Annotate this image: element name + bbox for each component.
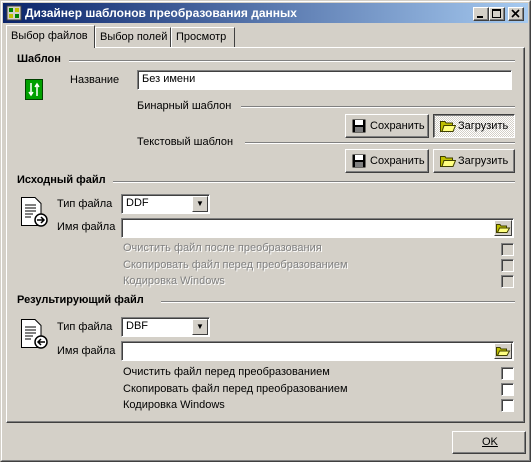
maximize-icon [492, 9, 501, 18]
source-file-type-label: Тип файла [57, 198, 113, 210]
button-label: Сохранить [370, 120, 425, 132]
open-folder-icon [440, 156, 456, 167]
selected-value: DBF [126, 320, 148, 332]
minimize-button[interactable] [473, 7, 489, 21]
tab-field-selection[interactable]: Выбор полей [95, 27, 171, 47]
result-file-type-label: Тип файла [57, 321, 113, 333]
chevron-down-icon[interactable]: ▼ [192, 319, 208, 335]
binary-template-label: Бинарный шаблон [137, 100, 232, 112]
ok-button[interactable]: OK [452, 431, 526, 454]
tab-file-selection[interactable]: Выбор файлов [6, 25, 95, 48]
source-clear-after-checkbox[interactable] [501, 243, 514, 256]
maximize-button[interactable] [489, 7, 505, 21]
divider [161, 301, 515, 303]
divider [69, 60, 515, 62]
app-icon [6, 5, 22, 21]
result-file-heading: Результирующий файл [17, 294, 144, 306]
load-binary-button[interactable]: Загрузить [433, 114, 515, 138]
close-icon [511, 9, 520, 18]
result-windows-encoding-label: Кодировка Windows [123, 399, 225, 411]
source-file-type-select[interactable]: DDF ▼ [121, 194, 210, 214]
source-windows-encoding-label: Кодировка Windows [123, 275, 225, 287]
open-folder-icon [496, 224, 511, 233]
tab-preview[interactable]: Просмотр [171, 27, 235, 47]
source-file-heading: Исходный файл [17, 174, 106, 186]
tab-label: Выбор полей [100, 31, 168, 43]
browse-source-button[interactable] [494, 220, 512, 236]
result-clear-before-label: Очистить файл перед преобразованием [123, 366, 330, 378]
title-bar[interactable]: Дизайнер шаблонов преобразования данных [3, 3, 528, 23]
save-binary-button[interactable]: Сохранить [345, 114, 429, 138]
open-folder-icon [440, 121, 456, 132]
minimize-icon [477, 16, 483, 18]
source-windows-encoding-checkbox[interactable] [501, 275, 514, 288]
source-copy-before-checkbox[interactable] [501, 259, 514, 272]
button-label: Загрузить [458, 120, 509, 132]
tab-label: Просмотр [176, 31, 227, 43]
chevron-down-icon[interactable]: ▼ [192, 196, 208, 212]
browse-result-button[interactable] [494, 343, 512, 359]
button-label: OK [482, 436, 498, 448]
button-label: Сохранить [370, 155, 425, 167]
window-title: Дизайнер шаблонов преобразования данных [25, 6, 297, 20]
save-text-button[interactable]: Сохранить [345, 149, 429, 173]
template-name-input[interactable]: Без имени [137, 70, 512, 90]
text-template-label: Текстовый шаблон [137, 136, 234, 148]
load-text-button[interactable]: Загрузить [433, 149, 515, 173]
source-file-icon [21, 197, 48, 227]
template-heading: Шаблон [17, 53, 61, 65]
source-file-name-input[interactable] [121, 218, 514, 238]
result-copy-before-checkbox[interactable] [501, 383, 514, 396]
result-copy-before-label: Скопировать файл перед преобразованием [123, 383, 348, 395]
floppy-disk-icon [352, 154, 366, 168]
designer-window: Дизайнер шаблонов преобразования данных … [0, 0, 531, 462]
result-file-name-label: Имя файла [57, 345, 116, 357]
divider [245, 142, 515, 144]
result-file-type-select[interactable]: DBF ▼ [121, 317, 210, 337]
source-file-name-label: Имя файла [57, 221, 116, 233]
divider [113, 181, 515, 183]
open-folder-icon [496, 347, 511, 356]
divider [241, 106, 515, 108]
result-file-icon [21, 319, 48, 349]
tab-label: Выбор файлов [11, 30, 88, 42]
close-button[interactable] [508, 7, 524, 21]
result-file-name-input[interactable] [121, 341, 514, 361]
source-clear-after-label: Очистить файл после преобразования [123, 242, 322, 254]
name-label: Название [70, 74, 120, 86]
selected-value: DDF [126, 197, 149, 209]
result-windows-encoding-checkbox[interactable] [501, 399, 514, 412]
result-clear-before-checkbox[interactable] [501, 367, 514, 380]
source-copy-before-label: Скопировать файл перед преобразованием [123, 259, 348, 271]
template-icon [25, 79, 43, 100]
floppy-disk-icon [352, 119, 366, 133]
button-label: Загрузить [458, 155, 509, 167]
